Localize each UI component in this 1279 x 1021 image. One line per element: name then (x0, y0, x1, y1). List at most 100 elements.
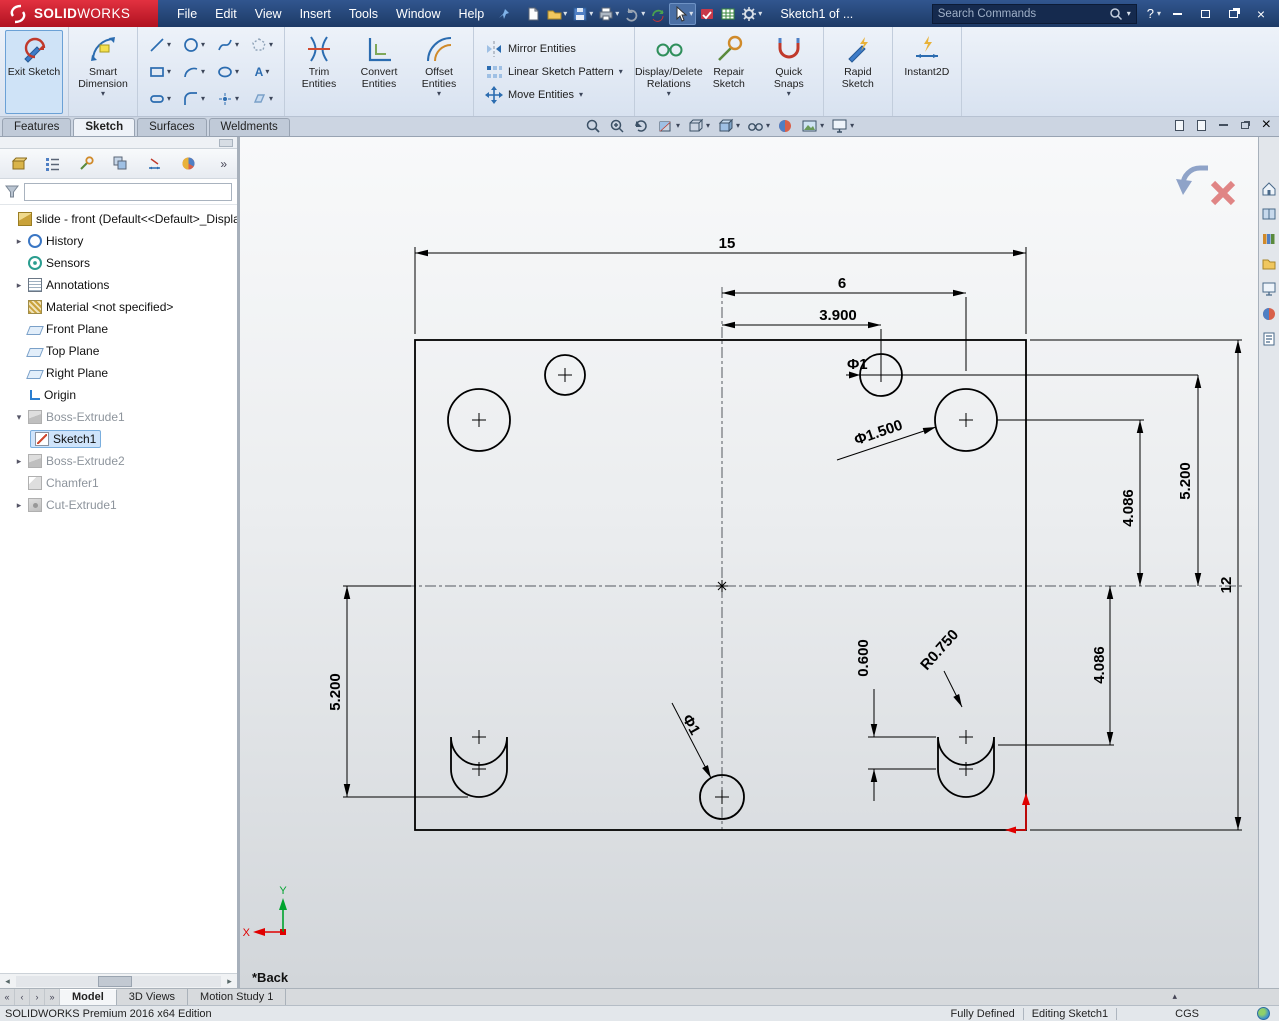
close-button[interactable]: × (1253, 6, 1269, 22)
menu-insert[interactable]: Insert (291, 2, 340, 26)
dim-overall-width[interactable]: 15 (719, 235, 736, 252)
panel-resize-handle[interactable] (219, 139, 233, 147)
minimize-button[interactable] (1169, 6, 1185, 22)
dim-dia1-top[interactable]: Φ1 (847, 356, 868, 373)
view-palette-icon[interactable] (1261, 281, 1277, 297)
mirror-entities-button[interactable]: Mirror Entities (485, 40, 623, 58)
dropdown-arrow-icon[interactable]: ▾ (201, 67, 205, 76)
dim-hole-spacing[interactable]: 6 (838, 275, 846, 292)
dropdown-arrow-icon[interactable]: ▾ (101, 89, 105, 98)
exit-sketch-corner-icon[interactable] (1176, 165, 1208, 195)
repair-sketch-button[interactable]: Repair Sketch (700, 30, 758, 114)
dropdown-arrow-icon[interactable]: ▾ (269, 94, 273, 103)
dim-4086-bottom[interactable]: 4.086 (1091, 646, 1108, 684)
dim-offset-3900[interactable]: 3.900 (819, 307, 857, 324)
fillet-tool-icon[interactable] (183, 91, 199, 107)
arc-tool-icon[interactable] (183, 64, 199, 80)
trim-entities-button[interactable]: Trim Entities (290, 30, 348, 114)
next-tab-icon[interactable]: › (30, 989, 45, 1005)
pin-menubar-icon[interactable] (497, 7, 511, 21)
menu-view[interactable]: View (246, 2, 291, 26)
convert-entities-button[interactable]: Convert Entities (350, 30, 408, 114)
zoom-to-fit-button[interactable] (585, 118, 602, 134)
home-icon[interactable] (1261, 181, 1277, 197)
dim-5200-left[interactable]: 5.200 (327, 673, 344, 711)
tab-3d-views[interactable]: 3D Views (117, 989, 189, 1005)
dropdown-arrow-icon[interactable]: ▾ (589, 9, 593, 18)
configurationmanager-icon[interactable] (112, 155, 129, 172)
dropdown-arrow-icon[interactable]: ▾ (850, 121, 854, 130)
dropdown-arrow-icon[interactable]: ▾ (167, 67, 171, 76)
tree-item-top-plane[interactable]: Top Plane (0, 340, 237, 362)
propertymanager-icon[interactable] (78, 155, 95, 172)
units-label[interactable]: CGS (1175, 1008, 1199, 1020)
tree-filter-input[interactable] (24, 182, 232, 201)
search-icon[interactable] (1109, 7, 1123, 21)
expand-arrow-icon[interactable]: ▾ (14, 412, 24, 423)
design-library-icon[interactable] (1261, 231, 1277, 247)
tab-sketch[interactable]: Sketch (73, 118, 136, 136)
appearances-icon[interactable] (1261, 306, 1277, 322)
tree-item-material[interactable]: Material <not specified> (0, 296, 237, 318)
undo-button[interactable]: ▾ (622, 3, 647, 25)
circle-tool-icon[interactable] (183, 37, 199, 53)
design-table-button[interactable] (718, 3, 738, 25)
view-orientation-button[interactable]: ▾ (687, 118, 710, 134)
scrollbar-thumb[interactable] (98, 975, 132, 987)
select-tool-button[interactable]: ▾ (669, 2, 697, 25)
dim-dia-1500[interactable]: Φ1.500 (852, 417, 905, 449)
doc-restore-button[interactable] (1240, 121, 1249, 129)
tree-item-cut-extrude1[interactable]: ▸ Cut-Extrude1 (0, 494, 237, 516)
dropdown-arrow-icon[interactable]: ▾ (563, 9, 567, 18)
tab-features[interactable]: Features (2, 118, 72, 136)
tree-item-history[interactable]: ▸ History (0, 230, 237, 252)
menu-window[interactable]: Window (387, 2, 449, 26)
search-dropdown-icon[interactable]: ▾ (1127, 9, 1131, 18)
rectangle-tool-icon[interactable] (149, 64, 165, 80)
dim-4086-right[interactable]: 4.086 (1120, 489, 1137, 527)
doc-minimize-button[interactable] (1218, 124, 1228, 126)
dropdown-arrow-icon[interactable]: ▾ (641, 9, 645, 18)
point-tool-icon[interactable] (217, 91, 233, 107)
previous-view-button[interactable] (633, 118, 650, 134)
polygon-tool-icon[interactable] (251, 37, 267, 53)
quick-snaps-button[interactable]: Quick Snaps ▾ (760, 30, 818, 114)
dropdown-arrow-icon[interactable]: ▾ (437, 89, 441, 98)
tree-item-boss-extrude2[interactable]: ▸ Boss-Extrude2 (0, 450, 237, 472)
last-tab-icon[interactable]: » (45, 989, 60, 1005)
expand-arrow-icon[interactable]: ▸ (14, 456, 24, 467)
edit-appearance-button[interactable] (777, 118, 794, 134)
dropdown-arrow-icon[interactable]: ▾ (787, 89, 791, 98)
tree-root-item[interactable]: slide - front (Default<<Default>_Display (0, 208, 237, 230)
first-tab-icon[interactable]: « (0, 989, 15, 1005)
zoom-to-area-button[interactable] (609, 118, 626, 134)
rebuild-button[interactable] (648, 3, 668, 25)
dropdown-arrow-icon[interactable]: ▾ (201, 40, 205, 49)
solidworks-resources-icon[interactable] (1261, 206, 1277, 222)
instant2d-button[interactable]: Instant2D (898, 30, 956, 114)
hide-show-items-button[interactable]: ▾ (747, 118, 770, 134)
dropdown-arrow-icon[interactable]: ▾ (766, 121, 770, 130)
graphics-area[interactable]: 15 6 3.900 Φ1 Φ1.500 5.200 4.086 12 5.20… (240, 137, 1258, 988)
dropdown-arrow-icon[interactable]: ▾ (820, 121, 824, 130)
dropdown-arrow-icon[interactable]: ▾ (1157, 9, 1161, 18)
smart-dimension-button[interactable]: Smart Dimension ▾ (74, 30, 132, 114)
globe-icon[interactable] (1257, 1007, 1270, 1020)
panel-tabs-overflow-icon[interactable]: » (220, 157, 227, 171)
dropdown-arrow-icon[interactable]: ▾ (201, 94, 205, 103)
cascade-windows-button[interactable] (1197, 6, 1213, 22)
tree-item-annotations[interactable]: ▸ Annotations (0, 274, 237, 296)
exit-sketch-button[interactable]: Exit Sketch (5, 29, 63, 114)
displaymanager-icon[interactable] (180, 155, 197, 172)
move-entities-button[interactable]: Move Entities ▾ (485, 85, 623, 104)
cancel-sketch-corner-icon[interactable] (1210, 180, 1236, 206)
tree-item-front-plane[interactable]: Front Plane (0, 318, 237, 340)
tree-item-right-plane[interactable]: Right Plane (0, 362, 237, 384)
tab-weldments[interactable]: Weldments (208, 118, 290, 136)
dim-r0750[interactable]: R0.750 (917, 626, 962, 673)
dropdown-arrow-icon[interactable]: ▾ (615, 9, 619, 18)
next-document-icon[interactable] (1196, 119, 1206, 131)
open-document-button[interactable]: ▾ (544, 3, 569, 25)
help-icon[interactable]: ? (1147, 6, 1154, 21)
menu-file[interactable]: File (168, 2, 206, 26)
